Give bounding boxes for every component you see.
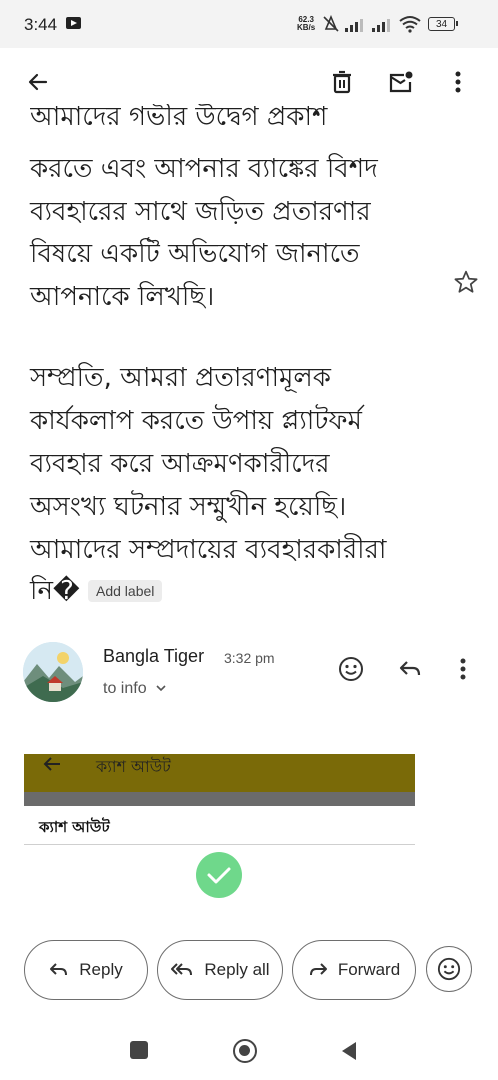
body-line: আমাদের সম্প্রদায়ের ব্যবহারকারীরা: [30, 535, 387, 565]
status-icons: [322, 14, 421, 34]
body-line: সম্প্রতি, আমরা প্রতারণামূলক: [30, 363, 331, 393]
back-button[interactable]: [18, 62, 58, 102]
avatar[interactable]: [23, 642, 83, 702]
square-nav-icon[interactable]: [130, 1041, 148, 1059]
embedded-back-arrow-icon: [43, 757, 60, 771]
embedded-screenshot[interactable]: ক্যাশ আউট ক্যাশ আউট: [24, 754, 415, 919]
forward-label: Forward: [337, 960, 401, 979]
emoji-icon: [339, 657, 363, 681]
wifi-icon: [399, 16, 421, 33]
message-more-button[interactable]: [443, 649, 483, 689]
body-line: করতে এবং আপনার ব্যাঙ্কের বিশদ: [30, 154, 378, 184]
back-nav-icon[interactable]: [340, 1040, 358, 1062]
landscape-avatar-icon: [23, 642, 83, 702]
reply-all-label: Reply all: [204, 960, 270, 979]
success-check-circle: [196, 852, 242, 898]
signal-1-icon: [345, 19, 363, 32]
home-nav-icon[interactable]: [233, 1039, 257, 1063]
more-vert-icon: [460, 658, 466, 680]
reply-label: Reply: [79, 960, 123, 979]
embedded-header: ক্যাশ আউট: [24, 754, 415, 792]
body-line: অসংখ্য ঘটনার সম্মুখীন হয়েছি।: [30, 492, 347, 522]
recipient-label: to info: [103, 680, 147, 697]
body-line: ব্যবহার করে আক্রমণকারীদের: [30, 449, 330, 479]
signal-2-icon: [372, 19, 390, 32]
embedded-divider: [24, 792, 415, 806]
embedded-row: ক্যাশ আউট: [24, 806, 415, 845]
sender-time: 3:32 pm: [224, 650, 275, 666]
reply-quick-button[interactable]: [390, 649, 430, 689]
body-line: আমাদের গভীর উদ্বেগ প্রকাশ: [30, 104, 328, 130]
more-options-button[interactable]: [438, 62, 478, 102]
embedded-row-text: ক্যাশ আউট: [39, 818, 110, 836]
reply-all-button[interactable]: Reply all: [157, 940, 283, 1000]
forward-icon: [309, 963, 327, 976]
youtube-notification-icon: [66, 17, 81, 29]
reply-icon: [399, 661, 421, 676]
star-button[interactable]: [446, 262, 486, 302]
emoji-icon: [437, 957, 461, 981]
system-nav-bar: [0, 1020, 498, 1080]
delete-icon: [333, 70, 351, 94]
battery-indicator: 34: [428, 17, 458, 31]
star-icon: [454, 270, 478, 293]
mute-icon: [323, 15, 339, 32]
check-icon: [207, 867, 231, 884]
back-arrow-icon: [28, 73, 48, 91]
add-label-chip[interactable]: Add label: [88, 580, 163, 602]
react-emoji-button[interactable]: [331, 649, 371, 689]
body-line: কার্যকলাপ করতে উপায় প্ল্যাটফর্ম: [30, 406, 362, 436]
embedded-title: ক্যাশ আউট: [96, 757, 171, 776]
reply-icon: [50, 963, 68, 976]
recipient-details[interactable]: to info: [103, 680, 167, 698]
mark-unread-icon: [389, 71, 413, 93]
reply-button[interactable]: Reply: [24, 940, 148, 1000]
forward-button[interactable]: Forward: [292, 940, 416, 1000]
body-line: বিষয়ে একটি অভিযোগ জানাতে: [30, 239, 360, 269]
mark-unread-button[interactable]: [381, 62, 421, 102]
chevron-down-icon: [156, 685, 166, 692]
network-speed: 62.3 KB/s: [297, 15, 316, 32]
status-time: 3:44: [24, 15, 58, 34]
add-reaction-button[interactable]: [426, 946, 472, 992]
more-vert-icon: [455, 71, 461, 93]
delete-button[interactable]: [322, 62, 362, 102]
reply-all-icon: [171, 963, 193, 976]
body-line: ব্যবহারের সাথে জড়িত প্রতারণার: [30, 197, 371, 227]
body-line: আপনাকে লিখছি।: [30, 282, 215, 312]
body-line: নি�: [30, 576, 80, 606]
sender-name: Bangla Tiger: [103, 646, 205, 666]
